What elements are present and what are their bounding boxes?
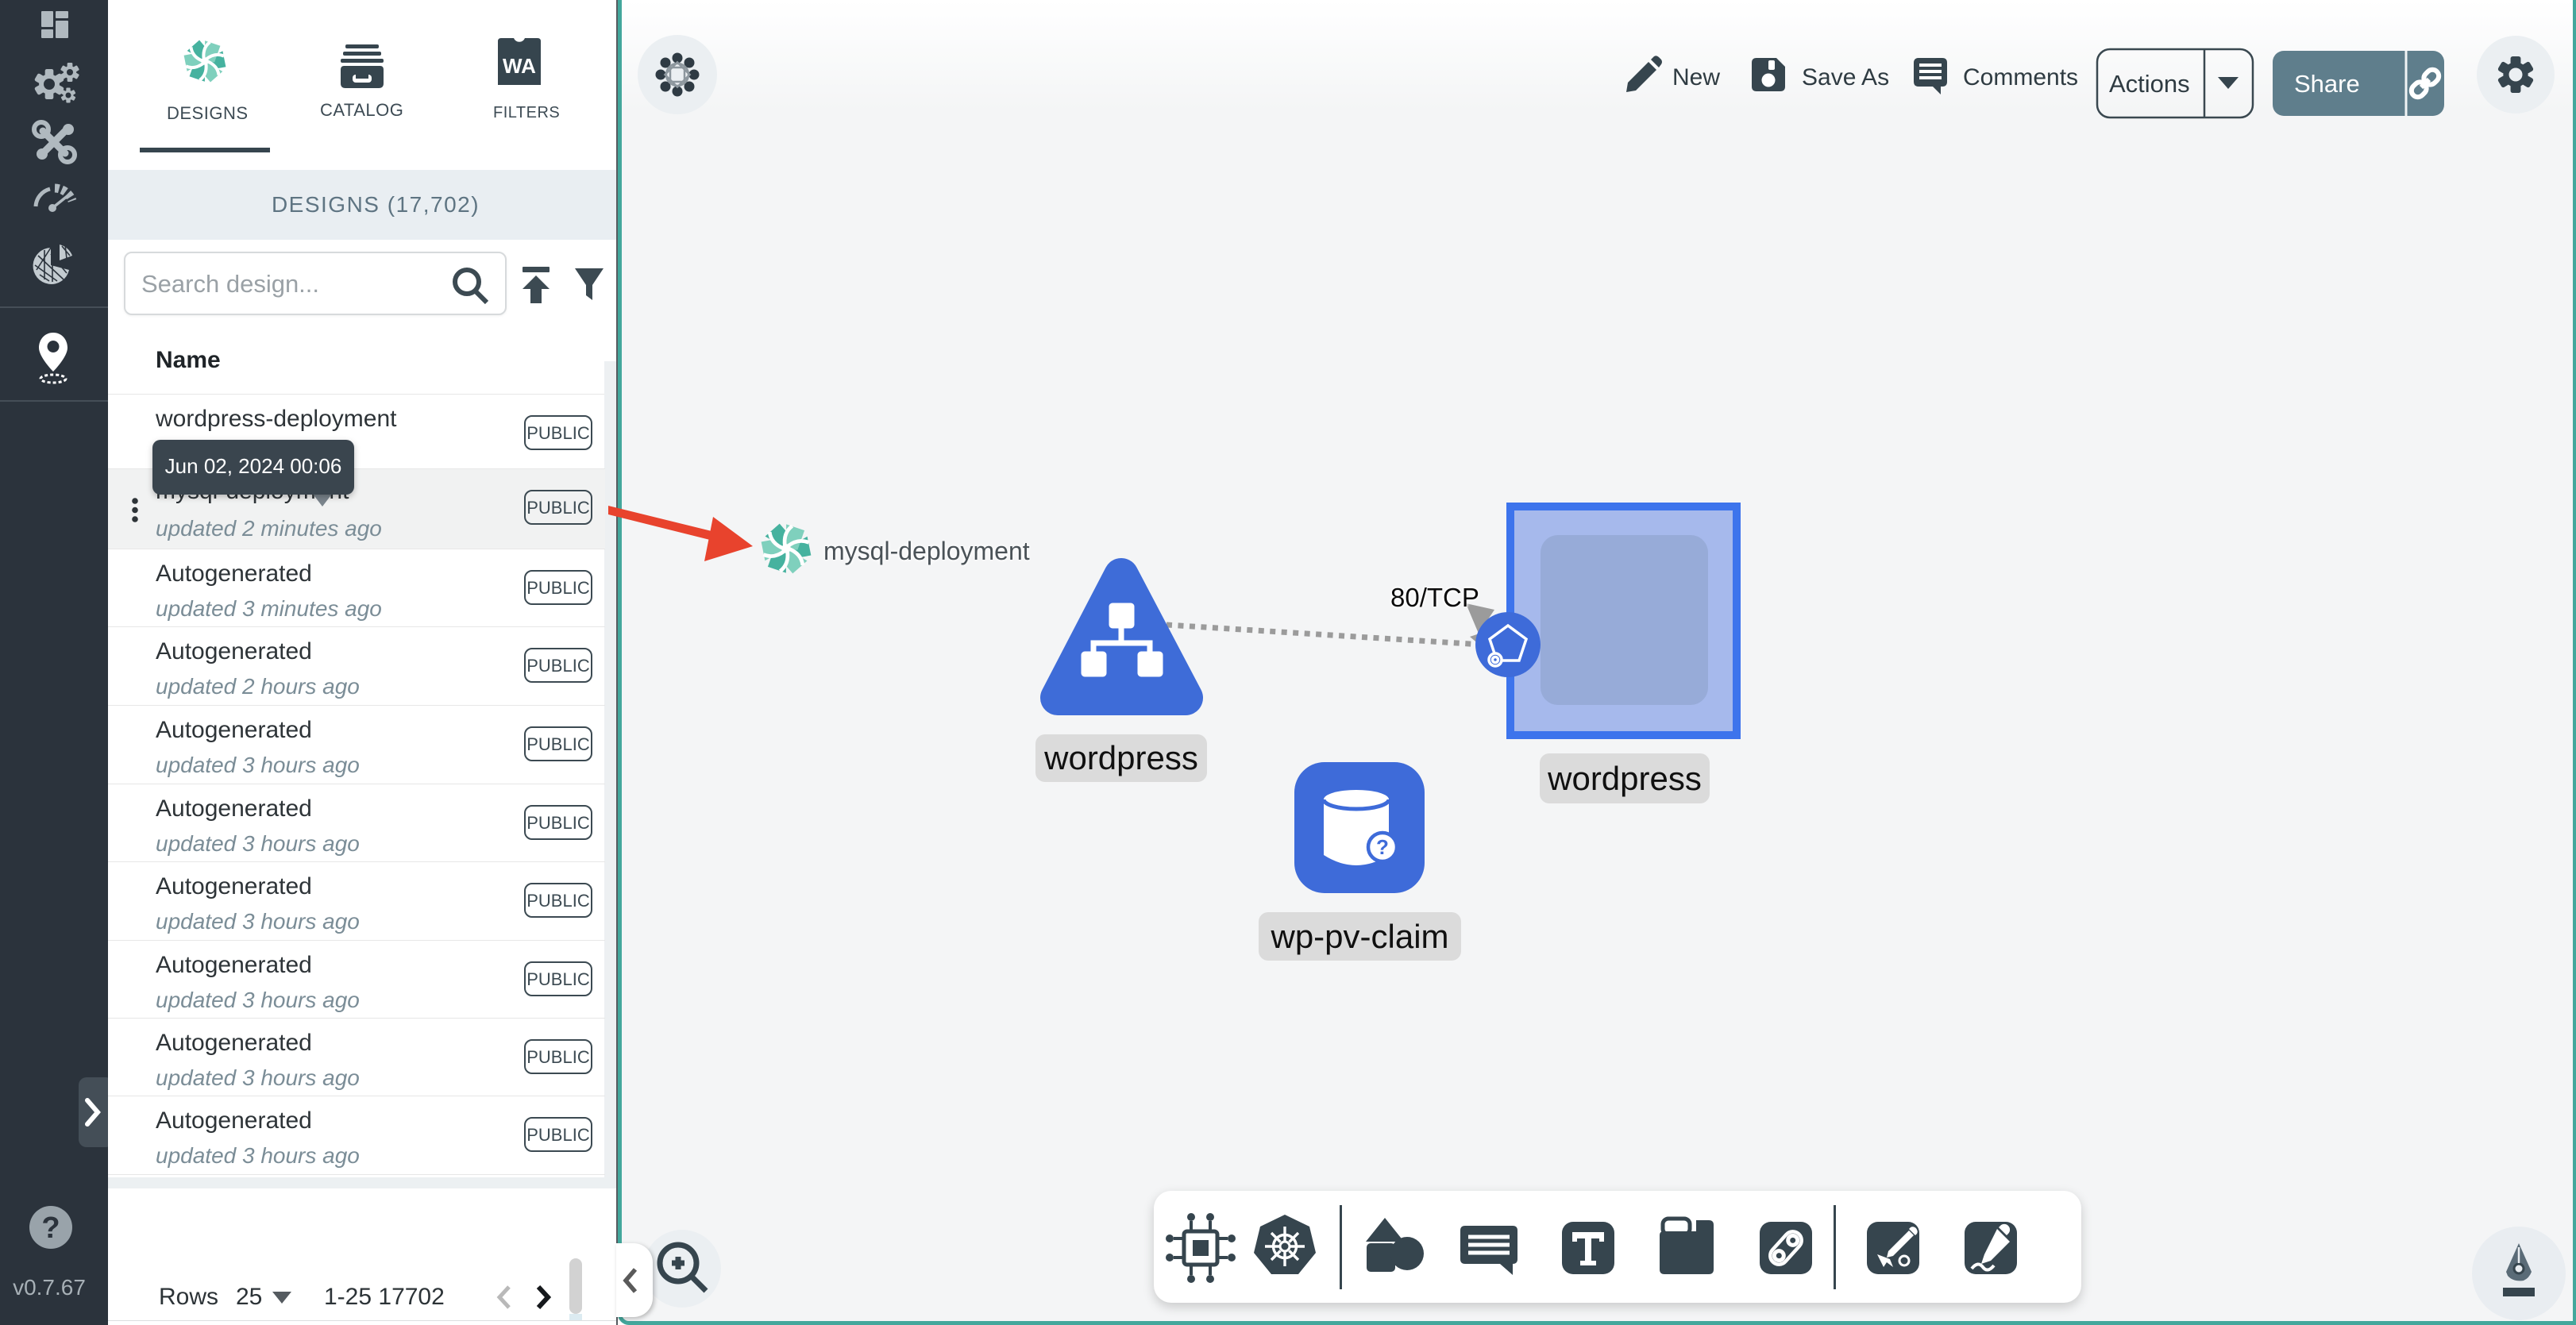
- svg-text:v0.7.67: v0.7.67: [13, 1275, 86, 1300]
- svg-text:?: ?: [41, 1211, 60, 1245]
- svg-text:WA: WA: [503, 54, 536, 78]
- svg-text:?: ?: [1376, 835, 1389, 859]
